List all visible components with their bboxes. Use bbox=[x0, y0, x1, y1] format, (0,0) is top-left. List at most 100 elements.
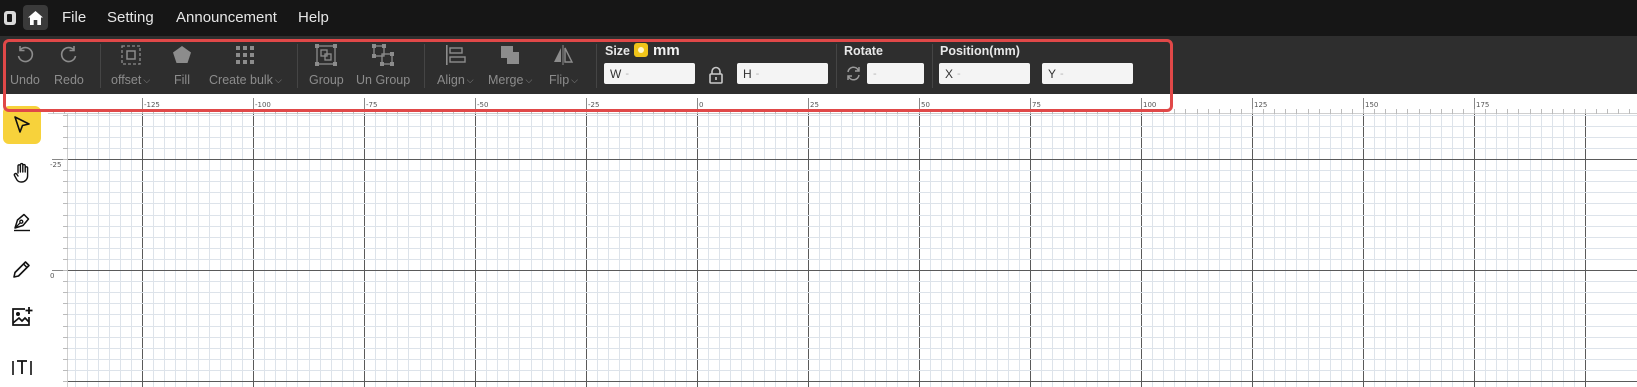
redo-label: Redo bbox=[54, 73, 84, 87]
hand-icon bbox=[13, 162, 29, 183]
pencil-icon bbox=[13, 261, 30, 278]
ruler-tick-label: 0 bbox=[50, 272, 55, 280]
image-add-icon bbox=[12, 307, 33, 326]
redo-button[interactable]: Redo bbox=[54, 43, 84, 89]
group-icon bbox=[315, 43, 338, 67]
ruler-tick-label: 125 bbox=[1254, 101, 1268, 109]
vertical-ruler[interactable]: -25 0 bbox=[48, 114, 68, 387]
merge-label: Merge bbox=[488, 73, 524, 87]
merge-icon bbox=[499, 43, 521, 67]
align-label: Align bbox=[437, 73, 465, 87]
group-button[interactable]: Group bbox=[309, 43, 344, 89]
pen-nib-icon bbox=[14, 213, 30, 232]
rotate-icon bbox=[845, 65, 862, 87]
toolbar-divider bbox=[596, 44, 597, 88]
menu-announcement[interactable]: Announcement bbox=[176, 9, 277, 26]
pan-tool-button[interactable] bbox=[3, 154, 41, 192]
chevron-down-icon: ⌵ bbox=[525, 74, 533, 85]
ruler-tick-label: 75 bbox=[1032, 101, 1041, 109]
merge-button[interactable]: Merge ⌵ bbox=[488, 43, 532, 89]
toolbar-divider bbox=[100, 44, 101, 88]
width-prefix: W bbox=[610, 66, 622, 81]
ruler-tick-label: -100 bbox=[255, 101, 271, 109]
height-field[interactable]: H - bbox=[737, 63, 828, 84]
app-logo-icon bbox=[4, 11, 16, 25]
ruler-tick-label: 25 bbox=[810, 101, 819, 109]
design-canvas[interactable] bbox=[68, 114, 1637, 387]
flip-label: Flip bbox=[549, 73, 570, 87]
align-button[interactable]: Align ⌵ bbox=[437, 43, 474, 89]
width-field[interactable]: W - bbox=[604, 63, 695, 84]
ungroup-label: Un Group bbox=[356, 73, 411, 87]
position-x-field[interactable]: X - bbox=[939, 63, 1030, 84]
menu-file[interactable]: File bbox=[62, 9, 86, 26]
chevron-down-icon: ⌵ bbox=[143, 74, 151, 85]
fill-button[interactable]: Fill bbox=[171, 43, 193, 89]
ungroup-icon bbox=[372, 43, 395, 67]
cursor-arrow-icon bbox=[14, 116, 30, 133]
text-icon bbox=[12, 360, 32, 375]
rotate-label: Rotate bbox=[844, 44, 883, 58]
text-tool-button[interactable] bbox=[3, 346, 41, 384]
ungroup-button[interactable]: Un Group bbox=[356, 43, 410, 89]
ruler-tick-label: -50 bbox=[477, 101, 489, 109]
canvas-grid bbox=[68, 114, 1637, 387]
undo-button[interactable]: Undo bbox=[10, 43, 40, 89]
position-label: Position(mm) bbox=[940, 44, 1020, 58]
create-bulk-button[interactable]: Create bulk ⌵ bbox=[209, 43, 282, 89]
lock-icon bbox=[709, 66, 723, 84]
ruler-tick-label: -25 bbox=[588, 101, 600, 109]
size-label: Size bbox=[605, 44, 631, 58]
offset-label: offset bbox=[111, 73, 142, 87]
flip-button[interactable]: Flip ⌵ bbox=[549, 43, 578, 89]
rotate-value: - bbox=[873, 67, 877, 80]
left-tool-panel bbox=[0, 94, 48, 387]
undo-icon bbox=[14, 43, 36, 67]
redo-icon bbox=[58, 43, 80, 67]
home-icon bbox=[28, 10, 43, 25]
undo-label: Undo bbox=[10, 73, 40, 87]
width-value: - bbox=[625, 67, 629, 80]
ruler-tick-label: -75 bbox=[366, 101, 378, 109]
menu-bar: File Setting Announcement Help bbox=[0, 0, 1637, 36]
home-button[interactable] bbox=[23, 5, 48, 30]
toolbar-divider bbox=[424, 44, 425, 88]
menu-help[interactable]: Help bbox=[298, 9, 329, 26]
image-tool-button[interactable] bbox=[3, 298, 41, 336]
x-value: - bbox=[957, 67, 961, 80]
grid-icon bbox=[234, 43, 256, 67]
flip-horizontal-icon bbox=[552, 43, 574, 67]
height-prefix: H bbox=[743, 66, 752, 81]
ruler-tick-label: -25 bbox=[50, 161, 62, 169]
offset-button[interactable]: offset ⌵ bbox=[111, 43, 150, 89]
group-label: Group bbox=[309, 73, 344, 87]
lock-aspect-button[interactable] bbox=[707, 66, 725, 89]
pen-tool-button[interactable] bbox=[3, 202, 41, 240]
y-value: - bbox=[1060, 67, 1064, 80]
select-tool-button[interactable] bbox=[3, 106, 41, 144]
ruler-tick-label: 175 bbox=[1476, 101, 1490, 109]
unit-toggle[interactable] bbox=[634, 43, 648, 57]
pencil-tool-button[interactable] bbox=[3, 250, 41, 288]
position-y-field[interactable]: Y - bbox=[1042, 63, 1133, 84]
chevron-down-icon: ⌵ bbox=[466, 74, 474, 85]
x-prefix: X bbox=[945, 66, 954, 81]
offset-icon bbox=[120, 43, 142, 67]
menu-setting[interactable]: Setting bbox=[107, 9, 154, 26]
toolbar-divider bbox=[297, 44, 298, 88]
align-left-icon bbox=[444, 43, 467, 67]
ruler-tick-label: -125 bbox=[144, 101, 160, 109]
toolbar-divider bbox=[836, 44, 837, 88]
chevron-down-icon: ⌵ bbox=[571, 74, 578, 85]
pentagon-fill-icon bbox=[171, 43, 193, 67]
chevron-down-icon: ⌵ bbox=[274, 74, 282, 85]
ruler-tick-label: 50 bbox=[921, 101, 930, 109]
toolbar-divider bbox=[932, 44, 933, 88]
horizontal-ruler[interactable]: -125 -100 -75 -50 -25 0 25 50 75 100 125 150 175 bbox=[48, 94, 1637, 114]
height-value: - bbox=[755, 67, 760, 80]
ruler-tick-label: 100 bbox=[1143, 101, 1157, 109]
rotate-field[interactable]: - bbox=[867, 63, 924, 84]
ruler-tick-label: 150 bbox=[1365, 101, 1379, 109]
ruler-tick-label: 0 bbox=[699, 101, 704, 109]
create-bulk-label: Create bulk bbox=[209, 73, 273, 87]
